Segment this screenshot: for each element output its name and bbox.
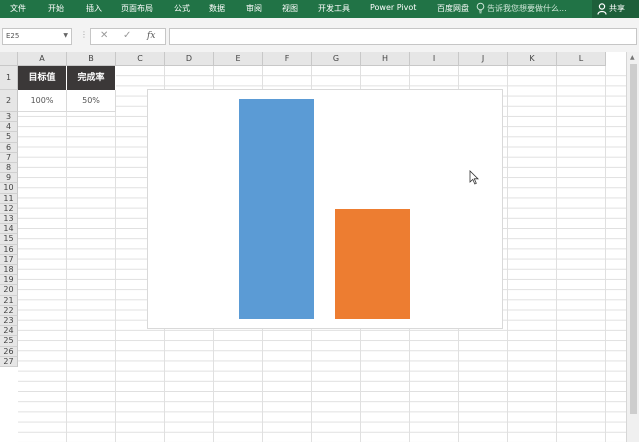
chart-bar-1[interactable] [239, 99, 314, 319]
value-cell-target[interactable]: 100% [18, 90, 67, 112]
lightbulb-icon [476, 2, 485, 14]
chart-bar-2[interactable] [335, 209, 410, 319]
tab-insert[interactable]: 插入 [86, 3, 102, 14]
column-header-g[interactable]: G [312, 52, 361, 66]
column-header-j[interactable]: J [459, 52, 508, 66]
name-box-value: E25 [6, 32, 20, 40]
value-cell-completion[interactable]: 50% [67, 90, 116, 112]
tab-file[interactable]: 文件 [10, 3, 26, 14]
tab-data[interactable]: 数据 [209, 3, 225, 14]
row-header-11[interactable]: 11 [0, 193, 18, 204]
row-header-8[interactable]: 8 [0, 163, 18, 174]
row-header-22[interactable]: 22 [0, 305, 18, 316]
scroll-thumb[interactable] [630, 64, 637, 414]
column-header-a[interactable]: A [18, 52, 67, 66]
row-header-23[interactable]: 23 [0, 316, 18, 327]
row-header-24[interactable]: 24 [0, 326, 18, 337]
row-header-18[interactable]: 18 [0, 265, 18, 276]
tab-power-pivot[interactable]: Power Pivot [370, 3, 416, 12]
tab-review[interactable]: 审阅 [246, 3, 262, 14]
tab-home[interactable]: 开始 [48, 3, 64, 14]
header-cell-target[interactable]: 目标值 [18, 66, 67, 90]
row-header-25[interactable]: 25 [0, 336, 18, 347]
tab-formulas[interactable]: 公式 [174, 3, 190, 14]
share-label: 共享 [609, 4, 625, 13]
mouse-pointer-icon [469, 170, 479, 185]
select-all-corner[interactable] [0, 52, 18, 66]
column-header-d[interactable]: D [165, 52, 214, 66]
name-box[interactable]: E25 ▼ [2, 28, 72, 45]
column-header-h[interactable]: H [361, 52, 410, 66]
tab-page-layout[interactable]: 页面布局 [121, 3, 153, 14]
vertical-dots-icon: ⋮ [80, 30, 88, 39]
row-header-16[interactable]: 16 [0, 244, 18, 255]
column-header-i[interactable]: I [410, 52, 459, 66]
tab-baidu-netdisk[interactable]: 百度网盘 [437, 3, 469, 14]
cancel-icon[interactable]: ✕ [100, 30, 108, 41]
row-header-27[interactable]: 27 [0, 356, 18, 367]
share-button[interactable]: 共享 [592, 0, 639, 18]
insert-function-icon[interactable]: fx [147, 31, 155, 41]
row-header-5[interactable]: 5 [0, 132, 18, 143]
row-header-13[interactable]: 13 [0, 214, 18, 225]
chevron-down-icon[interactable]: ▼ [63, 32, 68, 39]
row-header-9[interactable]: 9 [0, 173, 18, 184]
tell-me-search[interactable]: 告诉我您想要做什么... [487, 3, 567, 14]
ribbon-tab-bar: 文件 开始 插入 页面布局 公式 数据 审阅 视图 开发工具 Power Piv… [0, 0, 639, 18]
column-header-e[interactable]: E [214, 52, 263, 66]
tab-developer[interactable]: 开发工具 [318, 3, 350, 14]
row-header-17[interactable]: 17 [0, 254, 18, 265]
column-header-c[interactable]: C [116, 52, 165, 66]
person-icon [597, 3, 607, 15]
formula-input[interactable] [169, 28, 637, 45]
column-chart[interactable] [147, 89, 503, 329]
scroll-up-icon[interactable]: ▲ [630, 54, 635, 61]
formula-buttons: ✕ ✓ fx [90, 28, 166, 45]
tab-view[interactable]: 视图 [282, 3, 298, 14]
row-header-20[interactable]: 20 [0, 285, 18, 296]
column-header-b[interactable]: B [67, 52, 116, 66]
row-header-4[interactable]: 4 [0, 122, 18, 133]
row-header-12[interactable]: 12 [0, 203, 18, 214]
row-header-15[interactable]: 15 [0, 234, 18, 245]
row-header-7[interactable]: 7 [0, 152, 18, 163]
row-header-21[interactable]: 21 [0, 295, 18, 306]
row-header-1[interactable]: 1 [0, 66, 18, 90]
row-header-19[interactable]: 19 [0, 275, 18, 286]
row-header-3[interactable]: 3 [0, 112, 18, 123]
row-header-26[interactable]: 26 [0, 346, 18, 357]
column-header-k[interactable]: K [508, 52, 557, 66]
column-header-f[interactable]: F [263, 52, 312, 66]
row-header-14[interactable]: 14 [0, 224, 18, 235]
enter-icon[interactable]: ✓ [123, 30, 131, 41]
column-header-l[interactable]: L [557, 52, 606, 66]
row-header-2[interactable]: 2 [0, 90, 18, 112]
vertical-scrollbar[interactable]: ▲ [626, 52, 639, 442]
row-header-10[interactable]: 10 [0, 183, 18, 194]
row-header-6[interactable]: 6 [0, 142, 18, 153]
header-cell-completion[interactable]: 完成率 [67, 66, 116, 90]
